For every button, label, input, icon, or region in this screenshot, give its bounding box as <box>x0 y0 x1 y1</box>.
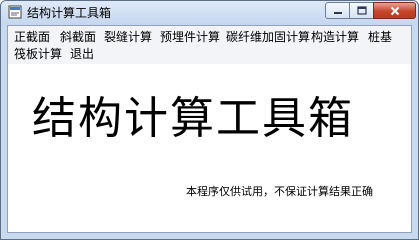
minimize-icon <box>333 11 342 14</box>
disclaimer-note: 本程序仅供试用，不保证计算结果正确 <box>186 185 373 198</box>
app-icon <box>8 5 22 19</box>
window-title: 结构计算工具箱 <box>27 6 112 20</box>
menu-item-zhengjiemian[interactable]: 正截面 <box>14 29 50 45</box>
menu-item-fabanjisuan[interactable]: 筏板计算 <box>14 46 62 62</box>
menu-item-liefeng[interactable]: 裂缝计算 <box>104 29 152 45</box>
main-title: 结构计算工具箱 <box>32 93 354 144</box>
maximize-button[interactable] <box>349 2 374 19</box>
menu-bar: 正截面 斜截面 裂缝计算 预埋件计算 碳纤维加固计算 构造计算 桩基 筏板计算 … <box>8 26 411 65</box>
menu-item-xiejiemian[interactable]: 斜截面 <box>60 29 96 45</box>
app-window: 结构计算工具箱 正截面 斜截面 裂缝计算 预埋件计算 碳纤维加固计算 构造计算 … <box>0 0 419 240</box>
close-button[interactable] <box>373 2 416 19</box>
main-canvas <box>8 64 411 232</box>
title-bar[interactable]: 结构计算工具箱 <box>1 1 418 25</box>
close-icon <box>390 6 399 15</box>
menu-item-gouzao[interactable]: 构造计算 <box>311 29 359 45</box>
minimize-button[interactable] <box>325 2 350 19</box>
menu-item-tuichu[interactable]: 退出 <box>70 46 94 62</box>
menu-item-yumaijian[interactable]: 预埋件计算 <box>160 29 220 45</box>
menu-item-zhuangji[interactable]: 桩基 <box>368 29 392 45</box>
menu-item-tanxianwei[interactable]: 碳纤维加固计算 <box>226 29 310 45</box>
maximize-icon <box>356 6 367 15</box>
client-area: 正截面 斜截面 裂缝计算 预埋件计算 碳纤维加固计算 构造计算 桩基 筏板计算 … <box>7 25 412 233</box>
